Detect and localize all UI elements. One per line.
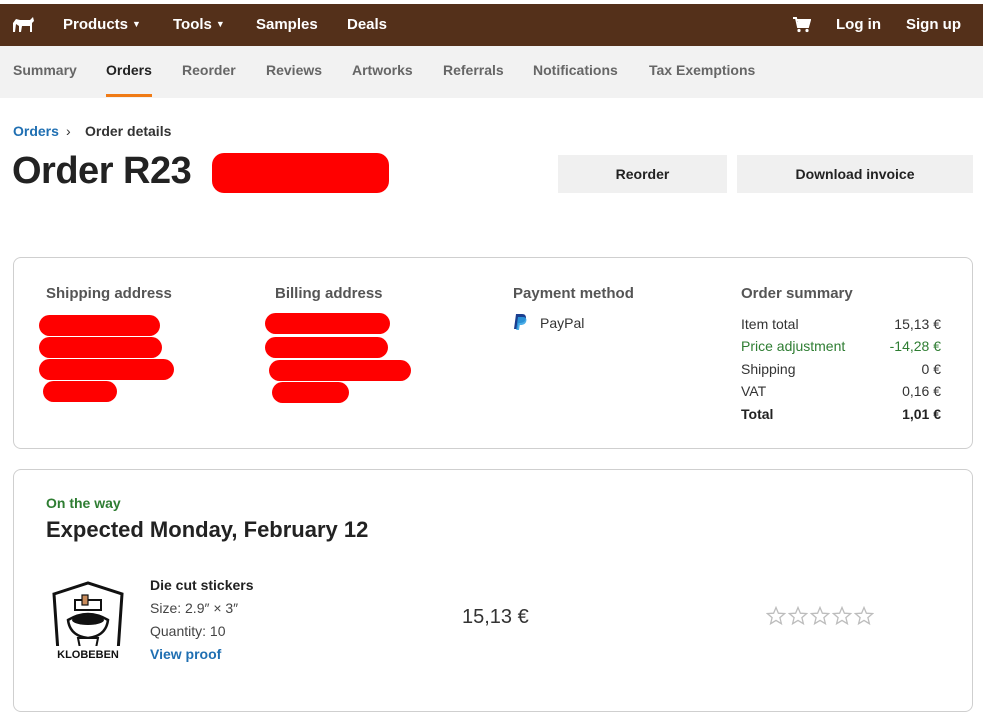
star-2-icon[interactable]	[788, 606, 808, 626]
summary-row-shipping: Shipping 0 €	[741, 361, 941, 377]
order-summary-heading: Order summary	[741, 285, 853, 302]
download-invoice-button[interactable]: Download invoice	[737, 155, 973, 193]
billing-address-heading: Billing address	[275, 285, 383, 302]
expected-delivery: Expected Monday, February 12	[46, 517, 369, 542]
reorder-button[interactable]: Reorder	[558, 155, 727, 193]
breadcrumb-current: Order details	[85, 123, 172, 139]
summary-value: 0 €	[921, 361, 941, 377]
nav-products[interactable]: Products ▼	[63, 16, 141, 33]
redacted-billing-line	[269, 360, 411, 381]
nav-products-label: Products	[63, 16, 129, 33]
product-name: Die cut stickers	[150, 577, 254, 593]
redacted-billing-line	[265, 313, 390, 334]
view-proof-link[interactable]: View proof	[150, 646, 221, 662]
product-price: 15,13 €	[462, 606, 529, 628]
summary-label: Item total	[741, 316, 799, 332]
star-5-icon[interactable]	[854, 606, 874, 626]
redacted-billing-line	[272, 382, 349, 403]
tab-reviews[interactable]: Reviews	[266, 62, 322, 78]
cart-icon[interactable]	[793, 17, 811, 33]
payment-method-heading: Payment method	[513, 285, 634, 302]
nav-samples[interactable]: Samples	[256, 16, 318, 33]
chevron-right-icon: ›	[66, 123, 71, 139]
nav-tools[interactable]: Tools ▼	[173, 16, 225, 33]
shipment-card: On the way Expected Monday, February 12 …	[13, 469, 973, 712]
chevron-down-icon: ▼	[132, 19, 141, 29]
shipment-status: On the way	[46, 495, 121, 511]
tab-tax-exemptions[interactable]: Tax Exemptions	[649, 62, 755, 78]
tab-orders[interactable]: Orders	[106, 62, 152, 78]
summary-row-item-total: Item total 15,13 €	[741, 316, 941, 332]
redacted-shipping-line	[39, 359, 174, 380]
star-4-icon[interactable]	[832, 606, 852, 626]
tab-notifications[interactable]: Notifications	[533, 62, 618, 78]
tab-artworks[interactable]: Artworks	[352, 62, 413, 78]
payment-method-value: PayPal	[540, 315, 585, 331]
nav-tools-label: Tools	[173, 16, 212, 33]
nav-deals[interactable]: Deals	[347, 16, 387, 33]
product-thumbnail[interactable]: KLOBEBEN	[48, 580, 128, 664]
rating-stars[interactable]	[766, 606, 874, 626]
summary-label: Total	[741, 406, 774, 422]
star-1-icon[interactable]	[766, 606, 786, 626]
account-subnav: Summary Orders Reorder Reviews Artworks …	[0, 46, 983, 98]
summary-label: Price adjustment	[741, 338, 846, 354]
star-3-icon[interactable]	[810, 606, 830, 626]
tab-reorder[interactable]: Reorder	[182, 62, 236, 78]
tab-summary[interactable]: Summary	[13, 62, 77, 78]
redacted-shipping-line	[43, 381, 117, 402]
chevron-down-icon: ▼	[215, 19, 225, 29]
summary-value: 0,16 €	[902, 383, 941, 399]
product-size: Size: 2.9″ × 3″	[150, 600, 239, 616]
signup-link[interactable]: Sign up	[906, 16, 961, 33]
redacted-order-number	[212, 153, 389, 193]
active-tab-indicator	[106, 94, 152, 97]
tab-referrals[interactable]: Referrals	[443, 62, 504, 78]
summary-label: Shipping	[741, 361, 796, 377]
order-details-card: Shipping address Billing address Payment…	[13, 257, 973, 449]
login-link[interactable]: Log in	[836, 16, 881, 33]
summary-value: -14,28 €	[889, 338, 941, 354]
breadcrumb-orders-link[interactable]: Orders	[13, 123, 59, 139]
page-title: Order R23	[12, 150, 192, 192]
summary-row-vat: VAT 0,16 €	[741, 383, 941, 399]
main-header: Products ▼ Tools ▼ Samples Deals Log in Si…	[0, 4, 983, 46]
redacted-shipping-line	[39, 315, 160, 336]
paypal-icon	[514, 314, 527, 330]
summary-value: 1,01 €	[902, 406, 941, 422]
summary-value: 15,13 €	[894, 316, 941, 332]
shipping-address-heading: Shipping address	[46, 285, 172, 302]
redacted-shipping-line	[39, 337, 162, 358]
summary-label: VAT	[741, 383, 767, 399]
thumbnail-text: KLOBEBEN	[57, 649, 119, 661]
product-quantity: Quantity: 10	[150, 623, 226, 639]
summary-row-total: Total 1,01 €	[741, 406, 941, 422]
summary-row-price-adjustment: Price adjustment -14,28 €	[741, 338, 941, 354]
horse-logo-icon[interactable]	[10, 12, 36, 38]
redacted-billing-line	[265, 337, 388, 358]
